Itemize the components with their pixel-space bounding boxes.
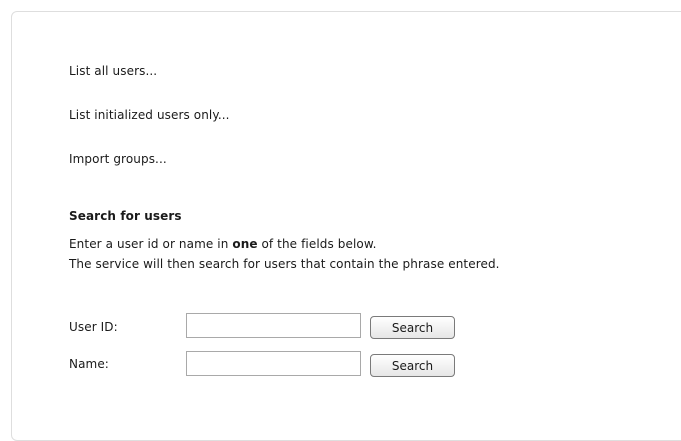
search-description-line1: Enter a user id or name in one of the fi…	[69, 237, 377, 251]
list-all-users-link[interactable]: List all users...	[69, 64, 157, 78]
user-id-input[interactable]	[186, 313, 361, 338]
search-section-title: Search for users	[69, 209, 182, 223]
user-id-label: User ID:	[69, 320, 118, 334]
name-search-button[interactable]: Search	[370, 354, 455, 377]
user-id-search-button[interactable]: Search	[370, 316, 455, 339]
name-label: Name:	[69, 357, 109, 371]
name-input[interactable]	[186, 351, 361, 376]
desc-emphasis: one	[232, 237, 258, 251]
import-groups-link[interactable]: Import groups...	[69, 152, 167, 166]
list-initialized-users-link[interactable]: List initialized users only...	[69, 108, 230, 122]
desc-suffix: of the fields below.	[257, 237, 377, 251]
desc-prefix: Enter a user id or name in	[69, 237, 233, 251]
search-description-line2: The service will then search for users t…	[69, 257, 500, 271]
